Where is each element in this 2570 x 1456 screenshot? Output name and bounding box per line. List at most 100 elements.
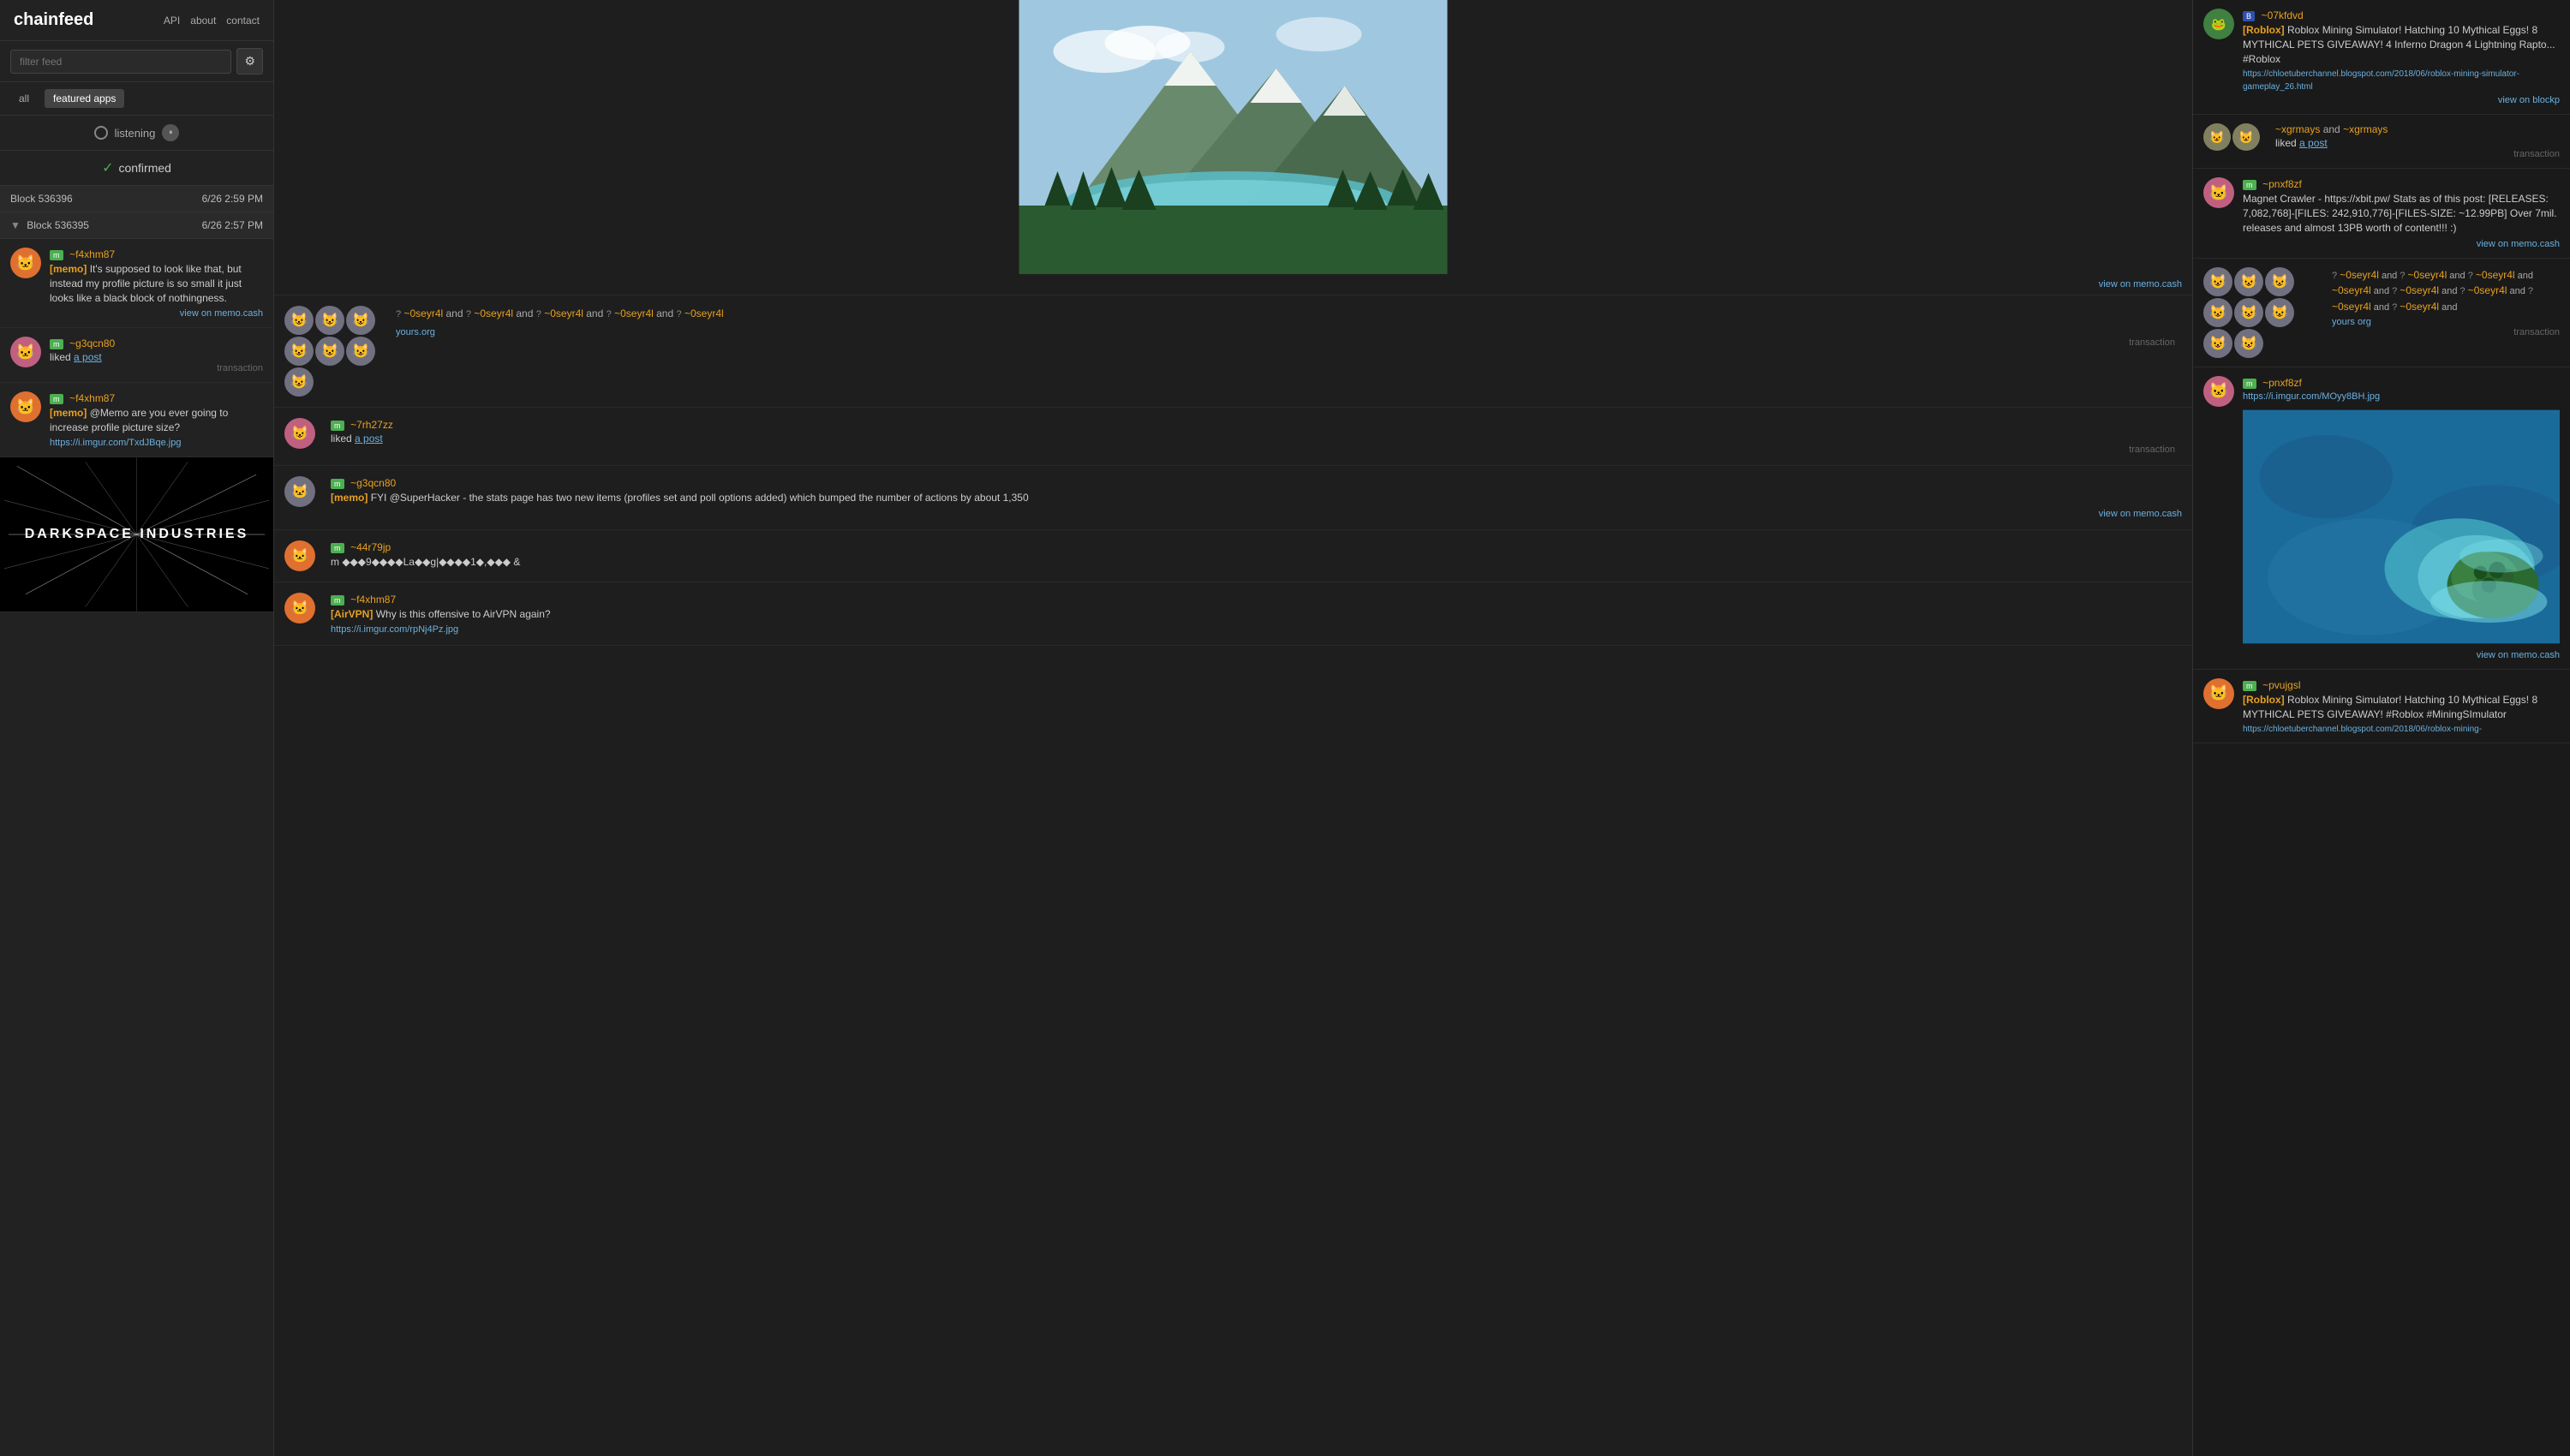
yours-org-right[interactable]: yours org bbox=[2332, 314, 2560, 327]
user-link[interactable]: ~0seyr4l bbox=[614, 307, 654, 319]
memo-badge: m bbox=[2243, 180, 2256, 190]
feed-text: [AirVPN] Why is this offensive to AirVPN… bbox=[331, 607, 2182, 622]
feed-content: m ~f4xhm87 [memo] @Memo are you ever goi… bbox=[50, 391, 263, 448]
memo-badge: m bbox=[50, 394, 63, 404]
right-content: m ~pnxf8zf https://i.imgur.com/MOyy8BH.j… bbox=[2243, 376, 2560, 660]
liked-text: liked a post bbox=[2275, 137, 2560, 149]
feed-user-link[interactable]: ~7rh27zz bbox=[350, 419, 393, 431]
feed-text: [memo] It's supposed to look like that, … bbox=[50, 262, 263, 305]
roblox-link[interactable]: https://chloetuberchannel.blogspot.com/2… bbox=[2243, 66, 2560, 92]
liked-post-link[interactable]: a post bbox=[74, 351, 102, 363]
user-link[interactable]: ~0seyr4l bbox=[684, 307, 724, 319]
liked-post-link[interactable]: a post bbox=[2299, 137, 2328, 149]
feed-user-link[interactable]: ~g3qcn80 bbox=[350, 477, 396, 489]
feed-text: [Roblox] Roblox Mining Simulator! Hatchi… bbox=[2243, 23, 2560, 66]
feed-user-link[interactable]: ~pnxf8zf bbox=[2262, 178, 2302, 190]
block-536396-header[interactable]: Block 536396 6/26 2:59 PM bbox=[0, 186, 273, 212]
block-536395-time: 6/26 2:57 PM bbox=[202, 219, 263, 231]
user-link[interactable]: ~0seyr4l bbox=[2340, 269, 2379, 281]
user-link[interactable]: ~0seyr4l bbox=[2476, 269, 2515, 281]
feed-user-link[interactable]: ~f4xhm87 bbox=[69, 392, 115, 404]
liked-post-link[interactable]: a post bbox=[355, 433, 383, 445]
feed-message: Roblox Mining Simulator! Hatching 10 Myt… bbox=[2243, 24, 2555, 65]
nav-api[interactable]: API bbox=[164, 15, 180, 27]
avatar: 😺 bbox=[284, 367, 314, 397]
triangle-icon-2: ▼ bbox=[10, 219, 21, 231]
avatar: 😺 bbox=[284, 306, 314, 335]
pause-icon[interactable]: ⏸ bbox=[162, 124, 179, 141]
right-content: ~xgrmays and ~xgrmays liked a post trans… bbox=[2275, 123, 2560, 159]
list-item: 🐱 m ~f4xhm87 [memo] It's supposed to loo… bbox=[0, 239, 273, 328]
avatar: 😺 bbox=[2203, 267, 2232, 296]
feed-user-link[interactable]: ~xgrmays bbox=[2343, 123, 2388, 135]
feed-user-line: m ~pvujgsl bbox=[2243, 678, 2560, 691]
list-item: 🐱 m ~g3qcn80 liked a post transaction bbox=[0, 328, 273, 383]
avatar: 🐱 bbox=[284, 540, 315, 571]
yours-org-link[interactable]: yours.org bbox=[396, 325, 2182, 337]
user-link[interactable]: ~0seyr4l bbox=[2332, 301, 2371, 313]
feed-user-link[interactable]: ~f4xhm87 bbox=[350, 594, 396, 606]
middle-content: m ~44r79jp m ◆◆◆9◆◆◆◆La◆◆g|◆◆◆◆1◆,◆◆◆ & bbox=[331, 540, 2182, 571]
feed-user-link[interactable]: ~g3qcn80 bbox=[69, 337, 115, 349]
feed-tag: [memo] bbox=[50, 263, 87, 275]
roblox-link2[interactable]: https://chloetuberchannel.blogspot.com/2… bbox=[2243, 721, 2560, 734]
feed-text: Magnet Crawler - https://xbit.pw/ Stats … bbox=[2243, 192, 2560, 235]
liked-text: liked a post bbox=[331, 433, 2182, 445]
view-on-memo-link[interactable]: view on memo.cash bbox=[2243, 239, 2560, 249]
feed-user-line: m ~f4xhm87 bbox=[331, 593, 2182, 606]
sidebar-header: chainfeed API about contact bbox=[0, 0, 273, 41]
user-link[interactable]: ~0seyr4l bbox=[2332, 284, 2371, 296]
feed-tag: [Roblox] bbox=[2243, 24, 2285, 36]
block-536395-header[interactable]: ▼ Block 536395 6/26 2:57 PM bbox=[0, 212, 273, 239]
logo: chainfeed bbox=[14, 10, 93, 30]
view-on-link[interactable]: view on memo.cash bbox=[331, 509, 2182, 519]
memo-badge: m bbox=[2243, 681, 2256, 691]
user-link[interactable]: ~0seyr4l bbox=[474, 307, 513, 319]
avatar: 😺 bbox=[315, 337, 344, 366]
feed-user-line: m ~pnxf8zf bbox=[2243, 177, 2560, 190]
user-link[interactable]: ~0seyr4l bbox=[2400, 301, 2439, 313]
user-link[interactable]: ~0seyr4l bbox=[2400, 284, 2439, 296]
tab-featured-apps[interactable]: featured apps bbox=[45, 89, 124, 108]
nav-about[interactable]: about bbox=[190, 15, 216, 27]
mountain-svg bbox=[274, 0, 2192, 274]
feed-user-link[interactable]: ~xgrmays bbox=[2275, 123, 2320, 135]
feed-content: m ~g3qcn80 liked a post transaction bbox=[50, 337, 263, 373]
avatar: 😺 bbox=[2234, 329, 2263, 358]
sidebar: chainfeed API about contact ⚙ all featur… bbox=[0, 0, 274, 1456]
feed-tag: [Roblox] bbox=[2243, 694, 2285, 706]
view-on-blockp[interactable]: view on blockp bbox=[2243, 95, 2560, 105]
feed-user-link[interactable]: ~pvujgsl bbox=[2262, 679, 2300, 691]
feed-user-link[interactable]: ~07kfdvd bbox=[2262, 9, 2304, 21]
user-link[interactable]: ~0seyr4l bbox=[2468, 284, 2507, 296]
nav-contact[interactable]: contact bbox=[226, 15, 260, 27]
feed-user-link[interactable]: ~44r79jp bbox=[350, 541, 391, 553]
tab-all[interactable]: all bbox=[10, 89, 38, 108]
user-link[interactable]: ~0seyr4l bbox=[544, 307, 583, 319]
feed-user-line: m ~f4xhm87 bbox=[50, 391, 263, 404]
block-536396-label: Block 536396 bbox=[10, 193, 73, 205]
feed-user-link[interactable]: ~f4xhm87 bbox=[69, 248, 115, 260]
avatar: 😺 bbox=[2265, 267, 2294, 296]
feed-user-link[interactable]: ~pnxf8zf bbox=[2262, 377, 2302, 389]
view-on-memo-middle[interactable]: view on memo.cash bbox=[274, 274, 2192, 295]
filter-settings-button[interactable]: ⚙ bbox=[236, 48, 263, 75]
feed-user-line: m ~44r79jp bbox=[331, 540, 2182, 553]
imgur-link[interactable]: https://i.imgur.com/TxdJBqe.jpg bbox=[50, 435, 263, 448]
user-link[interactable]: ~0seyr4l bbox=[2408, 269, 2447, 281]
list-item: 🐱 m ~f4xhm87 [memo] @Memo are you ever g… bbox=[0, 383, 273, 457]
filter-input[interactable] bbox=[10, 50, 231, 74]
list-item: DARKSPACE INDUSTRIES bbox=[0, 457, 273, 612]
avatar: 😺 bbox=[284, 337, 314, 366]
imgur-link2[interactable]: https://i.imgur.com/rpNj4Pz.jpg bbox=[331, 622, 2182, 635]
liked-line: ~xgrmays and ~xgrmays bbox=[2275, 123, 2560, 135]
middle-list-item: 🐱 m ~44r79jp m ◆◆◆9◆◆◆◆La◆◆g|◆◆◆◆1◆,◆◆◆ … bbox=[274, 530, 2192, 582]
middle-list-item: 🐱 m ~g3qcn80 [memo] FYI @SuperHacker - t… bbox=[274, 466, 2192, 530]
view-on-memo-aerial[interactable]: view on memo.cash bbox=[2243, 650, 2560, 660]
middle-list-item-avatars: 😺 😺 😺 😺 😺 😺 😺 ? ~0seyr4l and ? ~0seyr4l … bbox=[274, 295, 2192, 408]
middle-list-item: 😺 m ~7rh27zz liked a post transaction bbox=[274, 408, 2192, 466]
b-badge: B bbox=[2243, 11, 2255, 21]
imgur-link-right[interactable]: https://i.imgur.com/MOyy8BH.jpg bbox=[2243, 389, 2560, 402]
user-link[interactable]: ~0seyr4l bbox=[403, 307, 443, 319]
view-on-memo-link[interactable]: view on memo.cash bbox=[50, 308, 263, 319]
